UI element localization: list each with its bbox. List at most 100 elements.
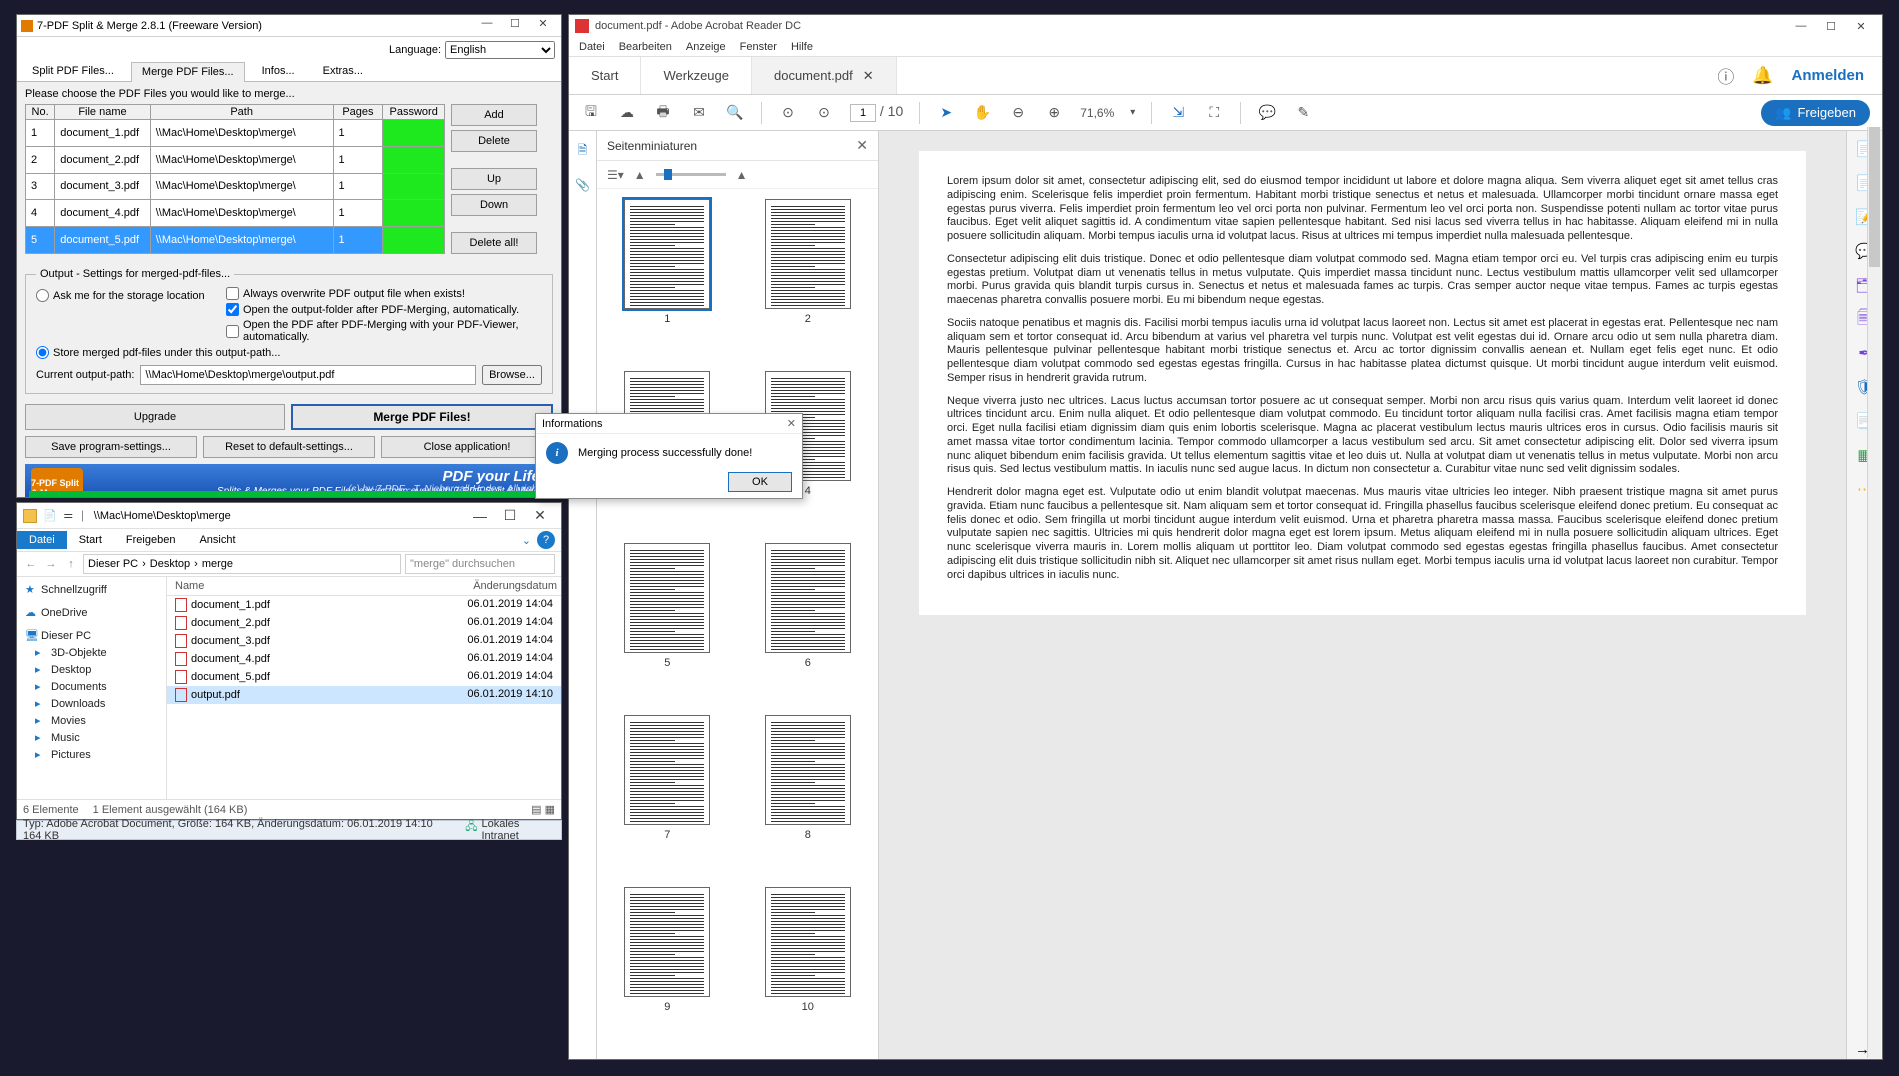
ok-button[interactable]: OK <box>728 472 792 492</box>
tab-tools[interactable]: Werkzeuge <box>641 57 752 94</box>
close-app-button[interactable]: Close application! <box>381 436 553 458</box>
close-button[interactable]: ✕ <box>529 17 557 35</box>
maximize-button[interactable]: ☐ <box>501 17 529 35</box>
acro-close-button[interactable]: ✕ <box>1846 20 1876 33</box>
thumb-size-small-icon[interactable]: ▲ <box>634 168 646 182</box>
sidebar-thispc[interactable]: 🖥Dieser PC <box>23 627 160 644</box>
sidebar-item[interactable]: ▸Downloads <box>23 695 160 712</box>
nav-fwd-icon[interactable]: → <box>43 558 59 570</box>
dialog-close-icon[interactable]: ✕ <box>787 417 796 430</box>
list-item[interactable]: document_4.pdf06.01.2019 14:04 <box>167 650 561 668</box>
menu-help[interactable]: Hilfe <box>791 41 813 53</box>
zoom-in-icon[interactable]: ⊕ <box>1044 104 1064 121</box>
radio-store[interactable]: Store merged pdf-files under this output… <box>36 346 542 359</box>
col-name[interactable]: Name <box>167 577 451 595</box>
thumbnail[interactable]: 1 <box>607 199 728 361</box>
nav-back-icon[interactable]: ← <box>23 558 39 570</box>
exp-min-button[interactable]: ― <box>465 508 495 524</box>
tab-split[interactable]: Split PDF Files... <box>21 61 125 81</box>
list-item[interactable]: output.pdf06.01.2019 14:10 <box>167 686 561 704</box>
menu-view[interactable]: Anzeige <box>686 41 726 53</box>
document-viewport[interactable]: Lorem ipsum dolor sit amet, consectetur … <box>879 131 1846 1059</box>
ribbon-view[interactable]: Ansicht <box>187 531 247 549</box>
titlebar[interactable]: 7-PDF Split & Merge 2.8.1 (Freeware Vers… <box>17 15 561 37</box>
arrow-tool-icon[interactable]: ➤ <box>936 104 956 121</box>
sidebar-item[interactable]: ▸Movies <box>23 712 160 729</box>
explorer-titlebar[interactable]: 📄 ＝ ｜ \\Mac\Home\Desktop\merge ― ☐ ✕ <box>17 503 561 529</box>
sidebar-item[interactable]: ▸Music <box>23 729 160 746</box>
menu-window[interactable]: Fenster <box>740 41 777 53</box>
highlight-icon[interactable]: ✎ <box>1293 104 1313 121</box>
chk-open-viewer[interactable]: Open the PDF after PDF-Merging with your… <box>226 319 542 343</box>
fit-width-icon[interactable]: ⇲ <box>1168 104 1188 121</box>
add-button[interactable]: Add <box>451 104 537 126</box>
minimize-button[interactable]: ― <box>473 17 501 35</box>
bell-icon[interactable]: 🔔 <box>1752 66 1773 86</box>
zoom-value[interactable]: 71,6% <box>1080 106 1114 120</box>
chk-open-folder[interactable]: Open the output-folder after PDF-Merging… <box>226 303 542 316</box>
nav-up-icon[interactable]: ↑ <box>63 558 79 570</box>
table-row[interactable]: 1document_1.pdf\\Mac\Home\Desktop\merge\… <box>26 120 445 147</box>
up-button[interactable]: Up <box>451 168 537 190</box>
tab-merge[interactable]: Merge PDF Files... <box>131 62 245 82</box>
thumb-size-slider[interactable] <box>656 173 726 176</box>
help-circle-icon[interactable]: ⓘ <box>1717 63 1734 88</box>
ribbon-share[interactable]: Freigeben <box>114 531 188 549</box>
thumbnail[interactable]: 8 <box>748 715 869 877</box>
hand-tool-icon[interactable]: ✋ <box>972 104 992 121</box>
ribbon-file[interactable]: Datei <box>17 531 67 549</box>
dialog-titlebar[interactable]: Informations ✕ <box>536 414 802 434</box>
delete-all-button[interactable]: Delete all! <box>451 232 537 254</box>
col-path[interactable]: Path <box>150 105 333 120</box>
acro-max-button[interactable]: ☐ <box>1816 20 1846 33</box>
breadcrumb-desktop[interactable]: Desktop <box>150 558 190 570</box>
acro-min-button[interactable]: ― <box>1786 20 1816 32</box>
upgrade-button[interactable]: Upgrade <box>25 404 285 430</box>
col-no[interactable]: No. <box>26 105 55 120</box>
table-row[interactable]: 5document_5.pdf\\Mac\Home\Desktop\merge\… <box>26 227 445 254</box>
list-item[interactable]: document_1.pdf06.01.2019 14:04 <box>167 596 561 614</box>
thumb-size-large-icon[interactable]: ▲ <box>736 168 748 182</box>
ribbon-expand-icon[interactable]: ⌄ <box>522 534 531 547</box>
exp-max-button[interactable]: ☐ <box>495 507 525 524</box>
list-item[interactable]: document_5.pdf06.01.2019 14:04 <box>167 668 561 686</box>
menu-edit[interactable]: Bearbeiten <box>619 41 672 53</box>
tab-start[interactable]: Start <box>569 57 641 94</box>
language-select[interactable]: English <box>445 41 555 59</box>
output-path-field[interactable] <box>140 365 476 385</box>
page-current-field[interactable] <box>850 104 876 122</box>
page-thumbnails-icon[interactable]: 🗎 <box>578 141 588 162</box>
sidebar-item[interactable]: ▸3D-Objekte <box>23 644 160 661</box>
list-item[interactable]: document_2.pdf06.01.2019 14:04 <box>167 614 561 632</box>
print-icon[interactable]: 🖶 <box>653 101 673 125</box>
col-modified[interactable]: Änderungsdatum <box>451 577 561 595</box>
col-file[interactable]: File name <box>55 105 151 120</box>
mail-icon[interactable]: ✉ <box>689 104 709 121</box>
sidebar-item[interactable]: ▸Desktop <box>23 661 160 678</box>
exp-close-button[interactable]: ✕ <box>525 507 555 524</box>
tab-extras[interactable]: Extras... <box>312 61 374 81</box>
scrollbar[interactable] <box>1867 127 1881 1058</box>
browse-button[interactable]: Browse... <box>482 365 542 385</box>
sidebar-item[interactable]: ▸Documents <box>23 678 160 695</box>
table-row[interactable]: 2document_2.pdf\\Mac\Home\Desktop\merge\… <box>26 146 445 173</box>
col-password[interactable]: Password <box>383 105 445 120</box>
read-mode-icon[interactable]: ⛶ <box>1204 104 1224 121</box>
tab-document[interactable]: document.pdf✕ <box>752 57 897 94</box>
thumbnail[interactable]: 10 <box>748 887 869 1049</box>
ribbon-start[interactable]: Start <box>67 531 114 549</box>
tab-close-icon[interactable]: ✕ <box>863 68 874 84</box>
search-input[interactable]: "merge" durchsuchen <box>405 554 555 574</box>
save-settings-button[interactable]: Save program-settings... <box>25 436 197 458</box>
save-icon[interactable]: 🖫 <box>581 101 601 125</box>
tab-infos[interactable]: Infos... <box>251 61 306 81</box>
thumb-options-icon[interactable]: ☰▾ <box>607 168 624 182</box>
thumbnail[interactable]: 6 <box>748 543 869 705</box>
search-icon[interactable]: 🔍 <box>725 104 745 121</box>
table-row[interactable]: 3document_3.pdf\\Mac\Home\Desktop\merge\… <box>26 173 445 200</box>
thumbnail[interactable]: 2 <box>748 199 869 361</box>
sign-in-link[interactable]: Anmelden <box>1791 67 1864 84</box>
delete-button[interactable]: Delete <box>451 130 537 152</box>
breadcrumb[interactable]: Dieser PC› Desktop› merge <box>83 554 401 574</box>
reset-settings-button[interactable]: Reset to default-settings... <box>203 436 375 458</box>
